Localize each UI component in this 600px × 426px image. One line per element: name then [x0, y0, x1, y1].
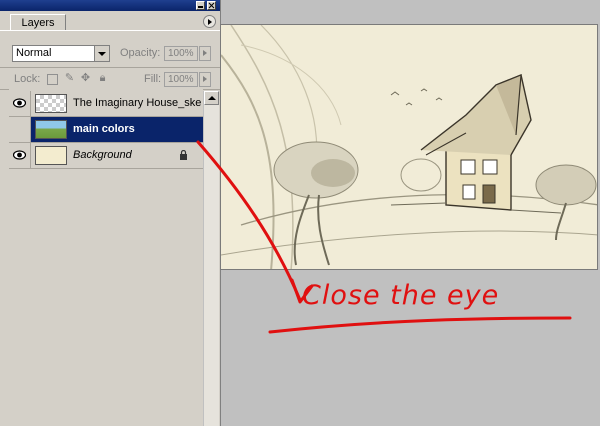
annotation-arrow	[196, 140, 572, 334]
annotation-text: Close the eye	[302, 280, 500, 311]
